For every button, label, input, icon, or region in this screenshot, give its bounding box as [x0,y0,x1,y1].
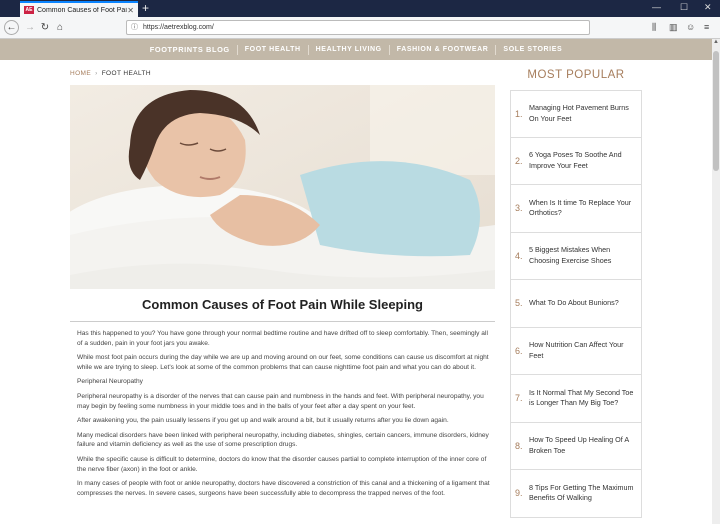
popular-item[interactable]: 7. Is It Normal That My Second Toe is Lon… [510,375,642,423]
breadcrumb: HOME › FOOT HEALTH [70,70,151,77]
popular-item-number: 9. [515,488,523,499]
nav-footprints-blog[interactable]: FOOTPRINTS BLOG [143,44,238,55]
breadcrumb-separator: › [95,70,98,77]
sleeping-woman-illustration [70,85,495,289]
most-popular-heading: MOST POPULAR [527,69,625,81]
close-tab-icon[interactable]: ✕ [127,6,134,15]
forward-icon[interactable]: → [23,21,37,35]
popular-item-number: 5. [515,298,523,309]
popular-item-link[interactable]: Managing Hot Pavement Burns On Your Feet [529,103,637,124]
popular-item-link[interactable]: 5 Biggest Mistakes When Choosing Exercis… [529,245,637,266]
minimize-icon[interactable]: — [652,2,661,12]
breadcrumb-current[interactable]: FOOT HEALTH [102,70,151,77]
popular-item-number: 3. [515,203,523,214]
nav-sole-stories[interactable]: SOLE STORIES [496,45,569,55]
popular-item[interactable]: 9. 8 Tips For Getting The Maximum Benefit… [510,470,642,518]
popular-item[interactable]: 8. How To Speed Up Healing Of A Broken To… [510,422,642,470]
scroll-up-icon[interactable]: ▲ [712,39,720,45]
new-tab-icon[interactable]: + [142,1,149,15]
popular-item-link[interactable]: 6 Yoga Poses To Soothe And Improve Your … [529,150,637,171]
article-subheading: Peripheral Neuropathy [77,378,143,386]
article-title: Common Causes of Foot Pain While Sleepin… [142,297,423,312]
reload-icon[interactable]: ↻ [38,21,52,35]
article-paragraph: Has this happened to you? You have gone … [77,330,488,347]
info-icon[interactable]: ⓘ [131,21,138,34]
home-icon[interactable]: ⌂ [53,21,67,35]
popular-item-number: 8. [515,440,523,451]
popular-item[interactable]: 3. When Is It time To Replace Your Orthot… [510,185,642,233]
hero-image [70,85,495,289]
article-body: Has this happened to you? You have gone … [77,329,490,503]
popular-item-link[interactable]: When Is It time To Replace Your Orthotic… [529,198,637,219]
nav-foot-health[interactable]: FOOT HEALTH [238,44,309,55]
menu-icon[interactable]: ≡ [704,22,709,32]
popular-item-link[interactable]: What To Do About Bunions? [529,298,637,308]
article-paragraph: In many cases of people with foot or ank… [77,480,490,497]
site-favicon-icon: AE [24,6,34,14]
title-divider [70,321,495,322]
most-popular-list: 1. Managing Hot Pavement Burns On Your Fe… [510,90,642,518]
maximize-icon[interactable]: ☐ [680,2,688,13]
popular-item[interactable]: 6. How Nutrition Can Affect Your Feet [510,327,642,375]
back-icon[interactable]: ← [4,20,19,35]
nav-fashion-footwear[interactable]: FASHION & FOOTWEAR [390,44,497,55]
site-navigation: FOOTPRINTS BLOG FOOT HEALTH HEALTHY LIVI… [0,39,712,60]
page-scrollbar[interactable]: ▲ [712,39,720,524]
sidebar-icon[interactable]: ▥ [669,22,678,33]
article-paragraph: Many medical disorders have been linked … [77,431,489,449]
url-text: https://aetrexblog.com/ [143,24,214,31]
library-icon[interactable]: ⫼ [652,22,656,33]
close-window-icon[interactable]: ✕ [704,2,712,13]
article-paragraph: While the specific cause is difficult to… [77,455,487,473]
browser-tab[interactable]: AE Common Causes of Foot Pain ✕ [20,1,138,17]
browser-tab-strip: AE Common Causes of Foot Pain ✕ + — ☐ ✕ [0,0,720,17]
breadcrumb-home[interactable]: HOME [70,70,91,77]
popular-item-link[interactable]: How Nutrition Can Affect Your Feet [529,340,637,361]
popular-item-link[interactable]: How To Speed Up Healing Of A Broken Toe [529,435,637,456]
article-paragraph: After awakening you, the pain usually le… [77,417,449,425]
popular-item[interactable]: 4. 5 Biggest Mistakes When Choosing Exerc… [510,232,642,280]
popular-item[interactable]: 2. 6 Yoga Poses To Soothe And Improve You… [510,137,642,185]
article-paragraph: While most foot pain occurs during the d… [77,354,489,371]
popular-item-link[interactable]: Is It Normal That My Second Toe is Longe… [529,388,637,409]
article-paragraph: Peripheral neuropathy is a disorder of t… [77,392,484,410]
popular-item-link[interactable]: 8 Tips For Getting The Maximum Benefits … [529,483,637,504]
tab-title: Common Causes of Foot Pain [37,6,128,14]
address-bar[interactable]: ⓘ https://aetrexblog.com/ [126,20,590,35]
popular-item-number: 1. [515,108,523,119]
popular-item-number: 6. [515,345,523,356]
popular-item[interactable]: 5. What To Do About Bunions? [510,280,642,328]
popular-item[interactable]: 1. Managing Hot Pavement Burns On Your Fe… [510,90,642,138]
nav-healthy-living[interactable]: HEALTHY LIVING [309,44,390,55]
popular-item-number: 7. [515,393,523,404]
popular-item-number: 4. [515,250,523,261]
scrollbar-thumb[interactable] [713,51,719,171]
account-icon[interactable]: ☺ [686,22,695,32]
browser-toolbar: ← → ↻ ⌂ ⓘ https://aetrexblog.com/ ⫼ ▥ ☺ … [0,17,720,39]
popular-item-number: 2. [515,155,523,166]
